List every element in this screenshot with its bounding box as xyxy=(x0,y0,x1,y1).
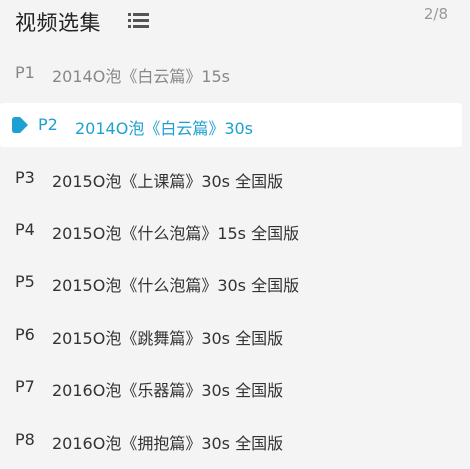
episode-counter: 2/8 xyxy=(423,5,448,23)
list-icon[interactable] xyxy=(128,12,149,29)
episode-title: 2015O泡《什么泡篇》30s 全国版 xyxy=(52,276,300,295)
episode-title: 2014O泡《白云篇》30s xyxy=(75,119,254,138)
episode-number: P4 xyxy=(15,220,35,239)
episode-number: P2 xyxy=(38,115,58,134)
episode-item-p4[interactable]: P4 2015O泡《什么泡篇》15s 全国版 xyxy=(0,208,462,252)
episode-number: P8 xyxy=(15,430,35,449)
episode-item-p5[interactable]: P5 2015O泡《什么泡篇》30s 全国版 xyxy=(0,260,462,304)
episode-title: 2015O泡《跳舞篇》30s 全国版 xyxy=(52,329,284,348)
episode-item-p2[interactable]: P2 2014O泡《白云篇》30s xyxy=(0,103,462,147)
episode-number: P1 xyxy=(15,63,35,82)
episode-number: P6 xyxy=(15,325,35,344)
episode-title: 2016O泡《乐器篇》30s 全国版 xyxy=(52,381,284,400)
episode-item-p3[interactable]: P3 2015O泡《上课篇》30s 全国版 xyxy=(0,156,462,200)
episode-item-p8[interactable]: P8 2016O泡《拥抱篇》30s 全国版 xyxy=(0,418,462,462)
episode-number: P5 xyxy=(15,272,35,291)
playlist-header: 视频选集 2/8 xyxy=(0,0,470,44)
episode-title: 2015O泡《上课篇》30s 全国版 xyxy=(52,172,284,191)
episode-title: 2016O泡《拥抱篇》30s 全国版 xyxy=(52,434,284,453)
episode-title: 2015O泡《什么泡篇》15s 全国版 xyxy=(52,224,300,243)
episode-item-p1[interactable]: P1 2014O泡《白云篇》15s xyxy=(0,51,462,95)
episode-item-p7[interactable]: P7 2016O泡《乐器篇》30s 全国版 xyxy=(0,365,462,409)
playlist-title: 视频选集 xyxy=(15,11,101,35)
episode-item-p6[interactable]: P6 2015O泡《跳舞篇》30s 全国版 xyxy=(0,313,462,357)
play-icon xyxy=(12,117,29,133)
episode-number: P7 xyxy=(15,377,35,396)
episode-title: 2014O泡《白云篇》15s xyxy=(52,67,231,86)
episode-number: P3 xyxy=(15,168,35,187)
